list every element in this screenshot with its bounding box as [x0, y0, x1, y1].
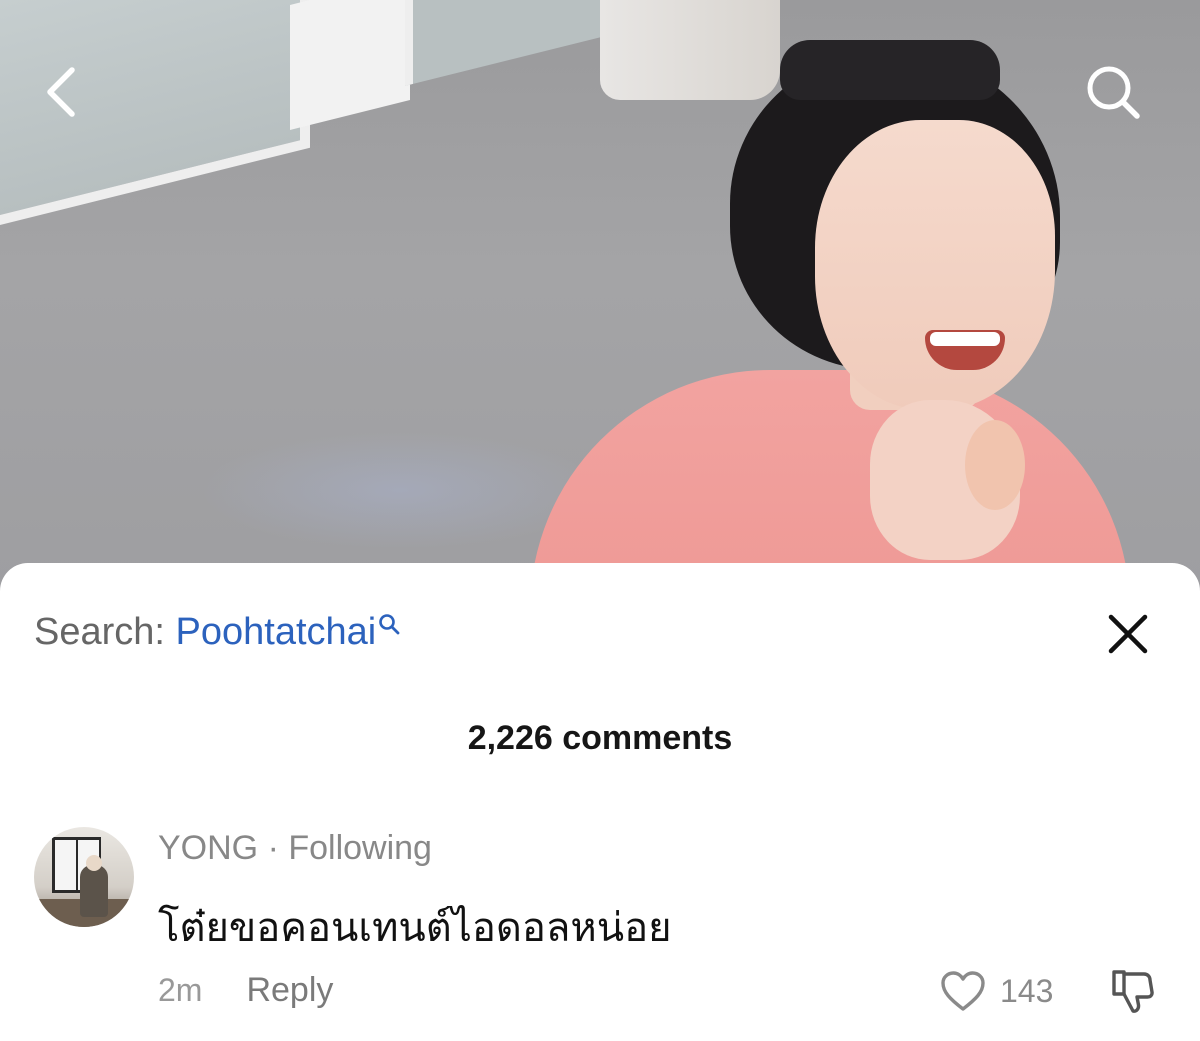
video-player[interactable]	[0, 0, 1200, 600]
comment-count: 2,226 comments	[467, 719, 733, 757]
username[interactable]: YONG	[158, 829, 258, 867]
like-button[interactable]: 143	[940, 968, 1053, 1014]
heart-icon	[941, 971, 985, 1011]
comment-author[interactable]: YONG · Following	[158, 829, 432, 868]
dislike-button[interactable]	[1108, 966, 1158, 1016]
person-sunglasses	[780, 40, 1000, 100]
comment-body: โต๋ยขอคอนเทนต์ไอดอลหน่อย	[158, 905, 672, 951]
makeup-puff	[965, 420, 1025, 510]
person-teeth	[930, 332, 1000, 346]
chevron-left-icon	[47, 67, 75, 117]
back-button[interactable]	[32, 62, 92, 122]
search-suggestion[interactable]: Search: Poohtatchai	[34, 611, 400, 654]
search-button[interactable]	[1083, 62, 1143, 122]
search-icon	[1087, 66, 1140, 119]
comment-meta: 2m Reply	[158, 971, 333, 1010]
search-term-link[interactable]: Poohtatchai	[176, 611, 377, 653]
like-count: 143	[1000, 972, 1054, 1009]
background-window-2	[405, 0, 613, 86]
close-icon	[1108, 614, 1148, 654]
avatar[interactable]	[34, 827, 134, 927]
close-button[interactable]	[1105, 611, 1151, 657]
floor-reflection	[200, 430, 600, 550]
background-cloth	[600, 0, 780, 100]
thumbs-down-icon	[1112, 970, 1154, 1013]
search-prefix: Search:	[34, 611, 176, 653]
comments-sheet: Search: Poohtatchai 2,226 comments YONG …	[0, 563, 1200, 1041]
following-label: Following	[288, 829, 432, 867]
reply-button[interactable]: Reply	[246, 971, 333, 1009]
person-face	[815, 120, 1055, 410]
background-pillar	[290, 0, 410, 130]
search-icon	[379, 614, 400, 635]
separator: ·	[258, 829, 289, 867]
comment-time: 2m	[158, 972, 203, 1008]
